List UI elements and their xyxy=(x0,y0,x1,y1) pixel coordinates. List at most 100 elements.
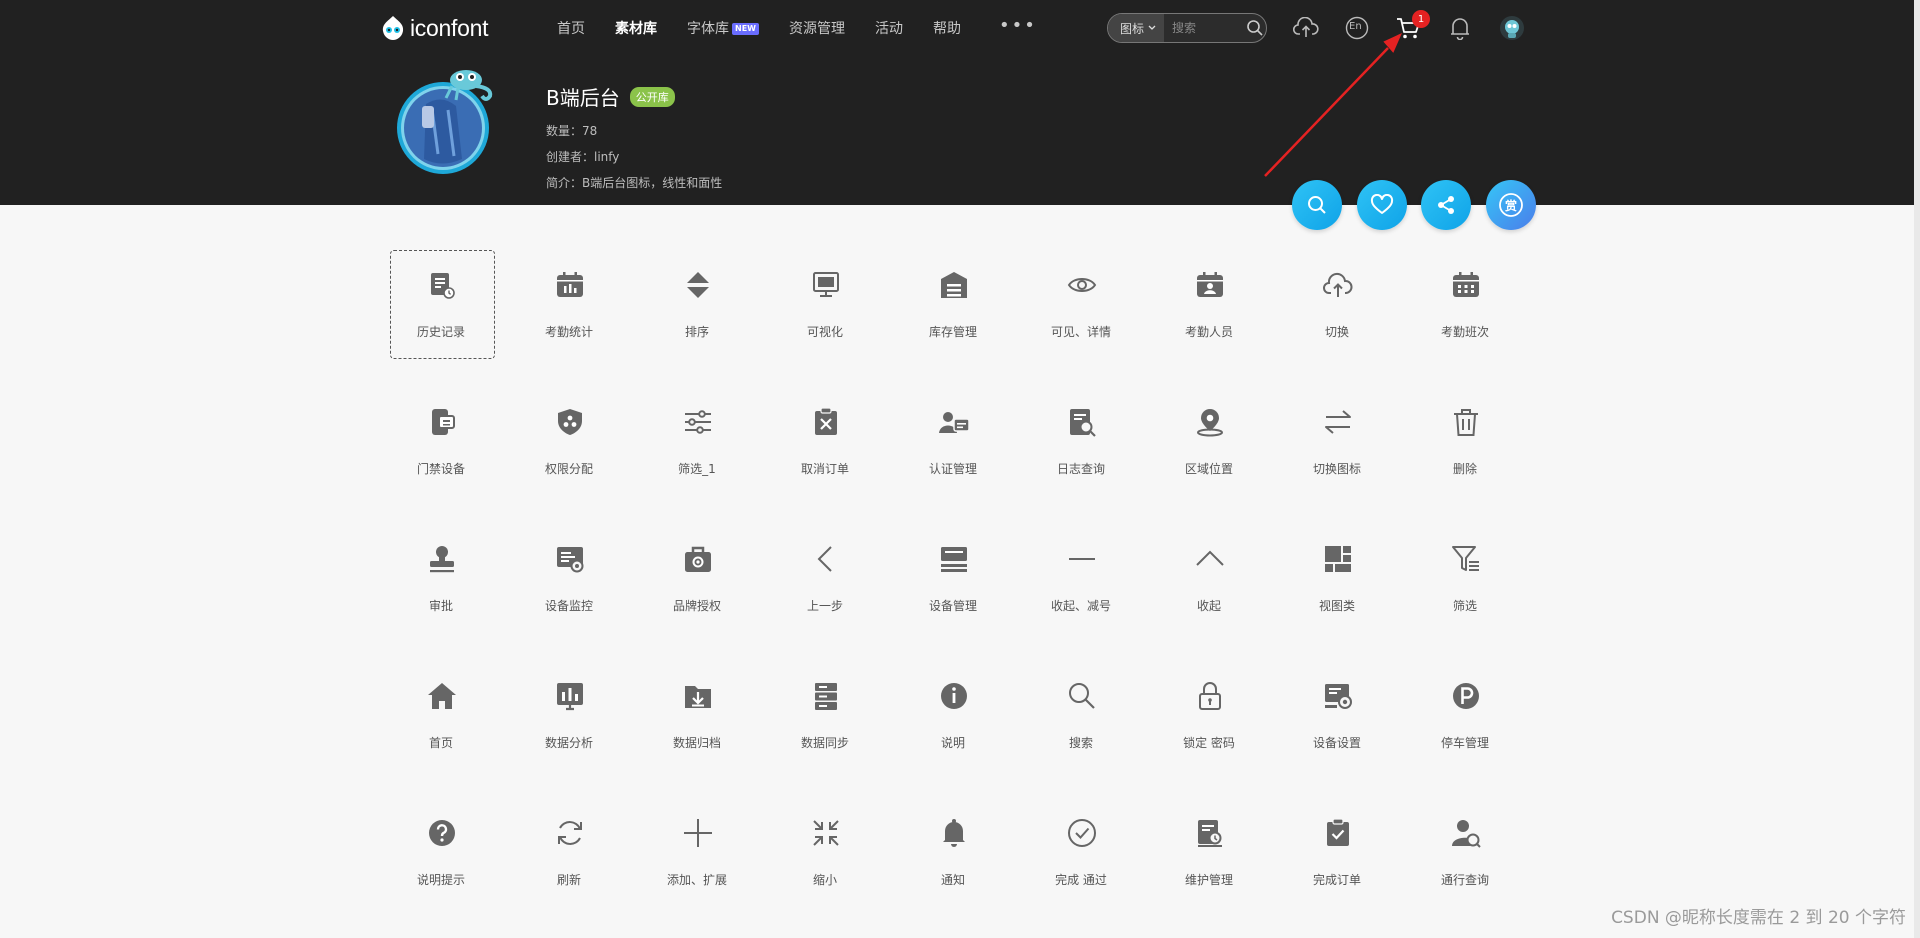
search-type-label: 图标 xyxy=(1120,21,1145,36)
icon-card[interactable]: 权限分配 xyxy=(505,380,633,517)
icon-card[interactable]: 收起 xyxy=(1145,517,1273,654)
nav-item-resources[interactable]: 资源管理 xyxy=(789,18,845,38)
icon-card[interactable]: 说明提示 xyxy=(377,791,505,928)
nav-more-button[interactable]: ••• xyxy=(999,15,1037,36)
icon-card[interactable]: 历史记录 xyxy=(377,243,505,380)
icon-card[interactable]: 删除 xyxy=(1401,380,1529,517)
plus-icon xyxy=(682,817,714,849)
icon-card[interactable]: 视图类 xyxy=(1273,517,1401,654)
icon-card[interactable]: 首页 xyxy=(377,654,505,791)
icon-card-label: 设备管理 xyxy=(928,599,977,613)
icon-card[interactable]: 考勤统计 xyxy=(505,243,633,380)
auth-card-icon xyxy=(938,406,970,438)
sliders-icon xyxy=(682,406,714,438)
icon-card[interactable]: 数据分析 xyxy=(505,654,633,791)
order-done-icon xyxy=(1322,817,1354,849)
icon-card[interactable]: 门禁设备 xyxy=(377,380,505,517)
favorite-button[interactable] xyxy=(1357,180,1407,230)
icon-card[interactable]: 筛选_1 xyxy=(633,380,761,517)
icon-card[interactable]: 添加、扩展 xyxy=(633,791,761,928)
search-action-button[interactable] xyxy=(1292,180,1342,230)
info-icon xyxy=(938,680,970,712)
user-avatar xyxy=(1500,16,1524,40)
nav-item-fonts[interactable]: 字体库 NEW xyxy=(687,18,759,38)
icon-card[interactable]: 上一步 xyxy=(761,517,889,654)
icon-card[interactable]: 完成 通过 xyxy=(1017,791,1145,928)
icon-card[interactable]: 日志查询 xyxy=(1017,380,1145,517)
icon-card[interactable]: 停车管理 xyxy=(1401,654,1529,791)
iconfont-logo-icon xyxy=(382,16,404,40)
icon-card[interactable]: 缩小 xyxy=(761,791,889,928)
iconfont-logo[interactable]: iconfont xyxy=(380,12,488,44)
icon-card[interactable]: 刷新 xyxy=(505,791,633,928)
sort-icon xyxy=(682,269,714,301)
icon-card[interactable]: 取消订单 xyxy=(761,380,889,517)
location-pin-icon xyxy=(1194,406,1226,438)
icon-card[interactable]: 设备监控 xyxy=(505,517,633,654)
icon-card[interactable]: 设备管理 xyxy=(889,517,1017,654)
icon-card[interactable]: 搜索 xyxy=(1017,654,1145,791)
project-intro: 简介：B端后台图标，线性和面性 xyxy=(546,176,723,190)
user-avatar-button[interactable] xyxy=(1498,14,1526,42)
top-navbar: iconfont 首页 素材库 字体库 NEW 资源管理 活动 帮助 ••• 图标… xyxy=(0,0,1920,56)
brand-auth-icon xyxy=(682,543,714,575)
nav-item-home[interactable]: 首页 xyxy=(557,18,585,38)
icon-card-label: 通知 xyxy=(940,873,965,887)
device-monitor-icon xyxy=(554,543,586,575)
nav-item-help[interactable]: 帮助 xyxy=(933,18,961,38)
icon-card[interactable]: 品牌授权 xyxy=(633,517,761,654)
icon-card[interactable]: 可视化 xyxy=(761,243,889,380)
page-scrollbar[interactable] xyxy=(1914,0,1920,938)
reward-button[interactable]: 赏 xyxy=(1486,180,1536,230)
cart-count-badge: 1 xyxy=(1412,10,1430,28)
log-search-icon xyxy=(1066,406,1098,438)
icon-card[interactable]: 切换 xyxy=(1273,243,1401,380)
cart-button[interactable]: 1 xyxy=(1394,10,1430,42)
icon-card[interactable]: 数据归档 xyxy=(633,654,761,791)
icon-card-label: 考勤人员 xyxy=(1184,325,1233,339)
upload-button[interactable] xyxy=(1292,14,1320,42)
icon-card-label: 设备设置 xyxy=(1312,736,1361,750)
data-sync-icon xyxy=(810,680,842,712)
search-type-select[interactable]: 图标 xyxy=(1108,14,1165,42)
chevron-left-icon xyxy=(810,543,842,575)
icon-card[interactable]: 库存管理 xyxy=(889,243,1017,380)
icon-card-label: 可见、详情 xyxy=(1050,325,1111,339)
nav-item-activity[interactable]: 活动 xyxy=(875,18,903,38)
icon-card[interactable]: 切换图标 xyxy=(1273,380,1401,517)
icon-card[interactable]: 锁定 密码 xyxy=(1145,654,1273,791)
icon-card-label: 添加、扩展 xyxy=(666,873,727,887)
icon-card[interactable]: 数据同步 xyxy=(761,654,889,791)
project-creator[interactable]: 创建者：linfy xyxy=(546,148,619,165)
icon-card[interactable]: 审批 xyxy=(377,517,505,654)
bell-icon xyxy=(1451,18,1469,40)
icon-card[interactable]: 设备设置 xyxy=(1273,654,1401,791)
eye-icon xyxy=(1066,269,1098,301)
share-button[interactable] xyxy=(1421,180,1471,230)
search-input[interactable] xyxy=(1172,21,1243,35)
icon-card[interactable]: 收起、减号 xyxy=(1017,517,1145,654)
icon-card-label: 视图类 xyxy=(1318,599,1355,613)
nav-item-materials[interactable]: 素材库 xyxy=(615,18,657,38)
icon-card[interactable]: 排序 xyxy=(633,243,761,380)
attendance-shift-icon xyxy=(1450,269,1482,301)
icon-card[interactable]: 完成订单 xyxy=(1273,791,1401,928)
search-icon[interactable] xyxy=(1246,19,1264,37)
icon-card[interactable]: 通行查询 xyxy=(1401,791,1529,928)
check-circle-icon xyxy=(1066,817,1098,849)
chevron-up-icon xyxy=(1194,543,1226,575)
icon-card[interactable]: 筛选 xyxy=(1401,517,1529,654)
icon-card[interactable]: 认证管理 xyxy=(889,380,1017,517)
icon-card-label: 门禁设备 xyxy=(416,462,465,476)
icon-card[interactable]: 维护管理 xyxy=(1145,791,1273,928)
icon-card[interactable]: 可见、详情 xyxy=(1017,243,1145,380)
icon-card[interactable]: 考勤班次 xyxy=(1401,243,1529,380)
icon-card[interactable]: 考勤人员 xyxy=(1145,243,1273,380)
icon-card-label: 库存管理 xyxy=(928,325,977,339)
icon-card[interactable]: 通知 xyxy=(889,791,1017,928)
icon-card[interactable]: 区域位置 xyxy=(1145,380,1273,517)
notification-button[interactable] xyxy=(1446,14,1474,42)
device-settings-icon xyxy=(1322,680,1354,712)
language-toggle[interactable]: En xyxy=(1343,14,1371,42)
icon-card[interactable]: 说明 xyxy=(889,654,1017,791)
